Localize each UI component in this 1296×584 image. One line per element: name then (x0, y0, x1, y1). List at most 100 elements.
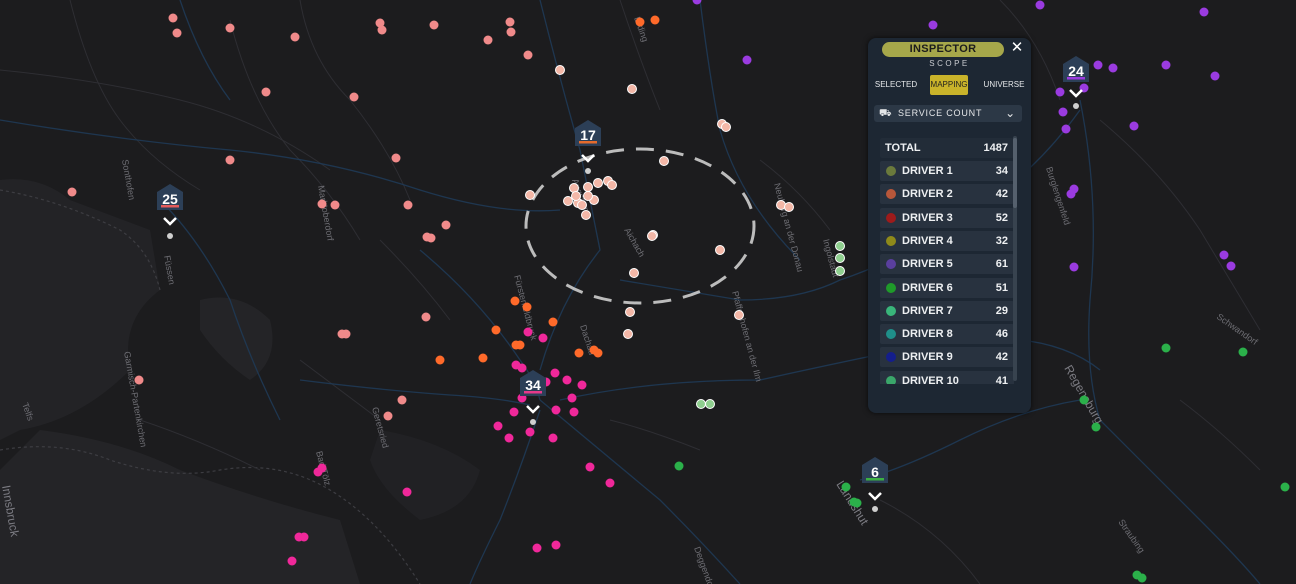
driver-row[interactable]: DRIVER 5 61 (880, 254, 1014, 275)
service-point[interactable] (583, 182, 593, 192)
driver-row[interactable]: DRIVER 10 41 (880, 370, 1014, 384)
service-point[interactable] (429, 20, 439, 30)
service-point[interactable] (593, 348, 603, 358)
service-point[interactable] (1058, 107, 1068, 117)
service-point[interactable] (627, 84, 637, 94)
service-point[interactable] (1161, 60, 1171, 70)
service-point[interactable] (1091, 422, 1101, 432)
service-point[interactable] (574, 348, 584, 358)
service-point[interactable] (1226, 261, 1236, 271)
tab-mapping[interactable]: MAPPING (930, 75, 968, 95)
service-point[interactable] (674, 461, 684, 471)
service-point[interactable] (1137, 573, 1147, 583)
service-point[interactable] (562, 375, 572, 385)
scrollbar-thumb[interactable] (1013, 138, 1017, 208)
list-scrollbar[interactable] (1013, 136, 1017, 381)
service-point[interactable] (504, 433, 514, 443)
cluster-marker[interactable]: 6 (862, 457, 888, 512)
service-point[interactable] (1035, 0, 1045, 10)
service-point[interactable] (483, 35, 493, 45)
service-point[interactable] (555, 65, 565, 75)
service-point[interactable] (585, 462, 595, 472)
service-point[interactable] (696, 399, 706, 409)
service-point[interactable] (478, 353, 488, 363)
service-point[interactable] (509, 407, 519, 417)
service-point[interactable] (629, 268, 639, 278)
driver-row[interactable]: DRIVER 2 42 (880, 184, 1014, 205)
service-point[interactable] (290, 32, 300, 42)
service-point[interactable] (593, 178, 603, 188)
service-point[interactable] (317, 199, 327, 209)
service-point[interactable] (563, 196, 573, 206)
service-point[interactable] (705, 399, 715, 409)
service-point[interactable] (577, 200, 587, 210)
service-point[interactable] (493, 421, 503, 431)
service-point[interactable] (523, 50, 533, 60)
driver-row[interactable]: DRIVER 7 29 (880, 300, 1014, 321)
service-point[interactable] (581, 210, 591, 220)
service-point[interactable] (1199, 7, 1209, 17)
service-point[interactable] (299, 532, 309, 542)
service-point[interactable] (551, 405, 561, 415)
service-point[interactable] (1219, 250, 1229, 260)
service-point[interactable] (577, 380, 587, 390)
service-point[interactable] (538, 333, 548, 343)
service-point[interactable] (287, 556, 297, 566)
service-point[interactable] (784, 202, 794, 212)
service-point[interactable] (734, 310, 744, 320)
service-point[interactable] (491, 325, 501, 335)
tab-universe[interactable]: UNIVERSE (979, 75, 1029, 95)
service-point[interactable] (225, 23, 235, 33)
metric-dropdown[interactable]: ⛟ SERVICE COUNT ⌄ (874, 105, 1022, 122)
service-point[interactable] (625, 307, 635, 317)
service-point[interactable] (525, 427, 535, 437)
cluster-marker[interactable]: 25 (157, 184, 183, 239)
service-point[interactable] (506, 27, 516, 37)
driver-list[interactable]: TOTAL 1487 DRIVER 1 34 DRIVER 2 42 DRIVER 3 5… (880, 134, 1014, 384)
service-point[interactable] (835, 241, 845, 251)
service-point[interactable] (647, 231, 657, 241)
service-point[interactable] (607, 180, 617, 190)
service-point[interactable] (532, 543, 542, 553)
service-point[interactable] (548, 433, 558, 443)
service-point[interactable] (571, 191, 581, 201)
map-canvas[interactable]: Regensburg Landshut Innsbruck Garmisch-P… (0, 0, 1296, 584)
service-point[interactable] (1079, 395, 1089, 405)
service-point[interactable] (1210, 71, 1220, 81)
service-point[interactable] (523, 327, 533, 337)
service-point[interactable] (569, 407, 579, 417)
service-point[interactable] (650, 15, 660, 25)
service-point[interactable] (721, 122, 731, 132)
service-point[interactable] (522, 302, 532, 312)
service-point[interactable] (1129, 121, 1139, 131)
service-point[interactable] (330, 200, 340, 210)
service-point[interactable] (849, 497, 859, 507)
service-point[interactable] (1161, 343, 1171, 353)
service-point[interactable] (835, 253, 845, 263)
service-point[interactable] (1066, 189, 1076, 199)
service-point[interactable] (1108, 63, 1118, 73)
service-point[interactable] (567, 393, 577, 403)
service-point[interactable] (550, 368, 560, 378)
service-point[interactable] (1055, 87, 1065, 97)
service-point[interactable] (1093, 60, 1103, 70)
service-point[interactable] (635, 17, 645, 27)
service-point[interactable] (1280, 482, 1290, 492)
driver-row[interactable]: DRIVER 6 51 (880, 277, 1014, 298)
service-point[interactable] (421, 312, 431, 322)
service-point[interactable] (341, 329, 351, 339)
service-point[interactable] (441, 220, 451, 230)
service-point[interactable] (1069, 262, 1079, 272)
driver-row[interactable]: DRIVER 1 34 (880, 161, 1014, 181)
service-point[interactable] (841, 482, 851, 492)
service-point[interactable] (397, 395, 407, 405)
driver-row[interactable]: DRIVER 9 42 (880, 347, 1014, 368)
service-point[interactable] (517, 363, 527, 373)
service-point[interactable] (435, 355, 445, 365)
selection-ring[interactable] (524, 147, 756, 305)
service-point[interactable] (928, 20, 938, 30)
service-point[interactable] (403, 200, 413, 210)
driver-row[interactable]: DRIVER 4 32 (880, 230, 1014, 251)
service-point[interactable] (525, 190, 535, 200)
service-point[interactable] (313, 467, 323, 477)
